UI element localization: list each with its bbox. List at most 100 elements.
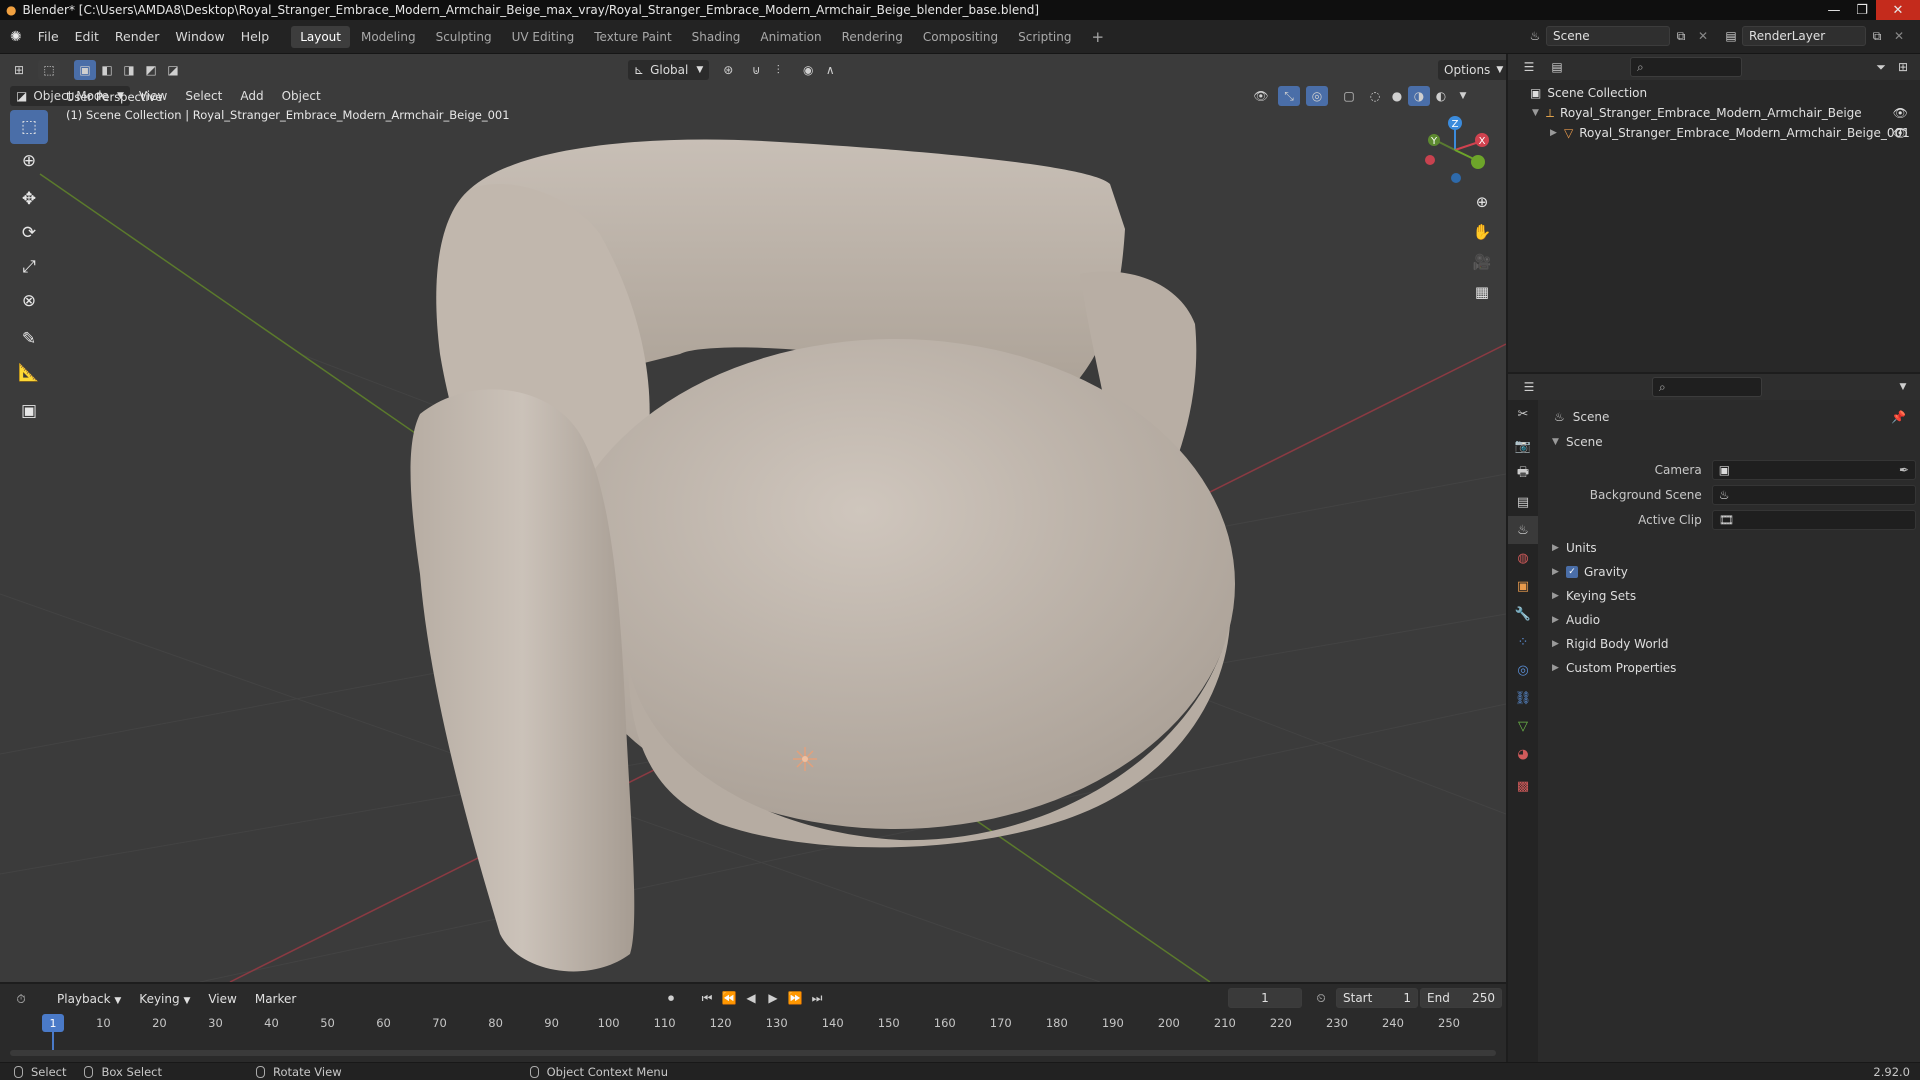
camera-view-icon[interactable]: 🎥 [1468,248,1496,276]
background-scene-field[interactable]: ♨ [1711,485,1916,505]
menu-render[interactable]: Render [107,20,168,54]
camera-field[interactable]: ▣ ✒ [1711,460,1916,480]
mode-intersect-selection-icon[interactable]: ◪ [162,60,184,80]
tab-animation[interactable]: Animation [751,26,830,48]
transform-orientation-dropdown[interactable]: ⊾ Global ▼ [628,60,710,80]
minimize-button[interactable]: — [1820,0,1848,20]
play-icon[interactable]: ▶ [762,988,784,1008]
tab-rendering[interactable]: Rendering [833,26,912,48]
tab-shading[interactable]: Shading [683,26,750,48]
pan-hand-icon[interactable]: ✋ [1468,218,1496,246]
world-tab-icon[interactable]: ◍ [1508,544,1538,572]
jump-keyframe-back-icon[interactable]: ⏪ [718,988,740,1008]
snap-target-icon[interactable]: ⫶ [767,60,789,80]
tab-texture-paint[interactable]: Texture Paint [585,26,680,48]
mode-subtract-selection-icon[interactable]: ◨ [118,60,140,80]
3d-viewport[interactable]: Z X Y ⊞ ⬚ ▣ ◧ ◨ ◩ ◪ ⊾ Global ▼ ⊛ ⊍ ⫶ ◉ ∧… [0,54,1506,982]
add-workspace-icon[interactable]: + [1082,26,1113,48]
editor-type-icon[interactable]: ⊞ [8,60,30,80]
proportional-edit-icon[interactable]: ◉ [797,60,819,80]
measure-tool-icon[interactable]: 📐 [10,356,48,390]
visibility-icon[interactable]: 👁 [1250,86,1272,106]
close-window-button[interactable]: ✕ [1876,0,1920,20]
outliner-row-scene-collection[interactable]: ▣ Scene Collection [1508,83,1920,103]
jump-start-icon[interactable]: ⏮ [696,988,718,1008]
gravity-panel[interactable]: ▶ ✓ Gravity [1542,560,1916,584]
data-tab-icon[interactable]: ▽ [1508,712,1538,740]
rigid-body-world-panel[interactable]: ▶ Rigid Body World [1542,632,1916,656]
move-tool-icon[interactable]: ✥ [10,182,48,216]
constraints-tab-icon[interactable]: ⛓ [1508,684,1538,712]
gizmo-toggle-icon[interactable]: ⤡ [1278,86,1300,106]
scene-selector[interactable]: Scene [1546,26,1670,46]
timeline-menu-playback[interactable]: Playback ▼ [48,992,130,1006]
timeline-scrollbar[interactable] [10,1050,1496,1056]
delete-scene-icon[interactable]: ✕ [1692,26,1714,46]
view-layer-tab-icon[interactable]: ▤ [1508,488,1538,516]
particles-tab-icon[interactable]: ⁘ [1508,628,1538,656]
tool-tab-icon[interactable]: ✂ [1508,400,1538,428]
tab-layout[interactable]: Layout [291,25,350,48]
current-frame-field[interactable]: 1 [1228,988,1302,1008]
outliner-search-input[interactable]: ⌕ [1630,57,1742,77]
cursor-tool-icon[interactable]: ⊕ [10,144,48,178]
material-tab-icon[interactable]: ◕ [1508,740,1538,768]
snap-icon[interactable]: ⊍ [745,60,767,80]
timeline-menu-marker[interactable]: Marker [246,992,305,1006]
record-icon[interactable]: ⏺ [660,988,682,1008]
pin-icon[interactable]: 📌 [1891,410,1906,424]
units-panel[interactable]: ▶ Units [1542,536,1916,560]
scene-icon[interactable]: ♨ [1524,26,1546,46]
texture-tab-icon[interactable]: ▩ [1508,772,1538,800]
gravity-checkbox[interactable]: ✓ [1566,566,1578,578]
mode-extend-selection-icon[interactable]: ◧ [96,60,118,80]
outliner-display-mode-icon[interactable]: ▤ [1546,57,1568,77]
select-box-tool-icon[interactable]: ⬚ [10,110,48,144]
blender-menu-icon[interactable]: ✺ [0,20,30,54]
menu-window[interactable]: Window [167,20,232,54]
renderlayer-selector[interactable]: RenderLayer [1742,26,1866,46]
outliner-editor-type-icon[interactable]: ☰ [1518,57,1540,77]
transform-tool-icon[interactable]: ⊗ [10,284,48,318]
scene-tab-icon[interactable]: ♨ [1508,516,1538,544]
eyedropper-icon[interactable]: ✒ [1899,463,1909,477]
timeline-menu-keying[interactable]: Keying ▼ [130,992,199,1006]
overlay-toggle-icon[interactable]: ◎ [1306,86,1328,106]
tab-scripting[interactable]: Scripting [1009,26,1080,48]
timeline-menu-view[interactable]: View [199,992,245,1006]
shading-solid-icon[interactable]: ● [1386,86,1408,106]
tab-modeling[interactable]: Modeling [352,26,425,48]
tab-uv-editing[interactable]: UV Editing [503,26,584,48]
active-clip-field[interactable]: 🎞 [1711,510,1916,530]
timeline-editor-type-icon[interactable]: ⏱ [10,989,32,1009]
playhead-frame-indicator[interactable]: 1 [42,1014,64,1032]
renderlayer-icon[interactable]: ▤ [1720,26,1742,46]
modifier-tab-icon[interactable]: 🔧 [1508,600,1538,628]
expand-down-icon[interactable]: ▼ [1532,108,1546,118]
navigation-gizmo[interactable]: Z X Y [1425,116,1489,183]
custom-properties-panel[interactable]: ▶ Custom Properties [1542,656,1916,680]
timeline-ruler[interactable]: 1102030405060708090100110120130140150160… [0,1014,1506,1034]
annotate-tool-icon[interactable]: ✎ [10,322,48,356]
tab-compositing[interactable]: Compositing [914,26,1007,48]
options-dropdown[interactable]: Options ▼ [1438,60,1506,80]
delete-renderlayer-icon[interactable]: ✕ [1888,26,1910,46]
new-collection-icon[interactable]: ⊞ [1892,57,1914,77]
preview-range-icon[interactable]: ⏲ [1310,988,1332,1008]
maximize-button[interactable]: ❐ [1848,0,1876,20]
proportional-falloff-icon[interactable]: ∧ [819,60,841,80]
shading-wireframe-icon[interactable]: ◌ [1364,86,1386,106]
audio-panel[interactable]: ▶ Audio [1542,608,1916,632]
physics-tab-icon[interactable]: ◎ [1508,656,1538,684]
menu-help[interactable]: Help [233,20,278,54]
eye-icon[interactable]: 👁 [1893,106,1908,120]
eye-icon[interactable]: 👁 [1893,126,1908,140]
xray-toggle-icon[interactable]: ▢ [1338,86,1360,106]
new-scene-icon[interactable]: ⧉ [1670,26,1692,46]
mode-invert-selection-icon[interactable]: ◩ [140,60,162,80]
scene-panel-header[interactable]: ▼ Scene [1542,430,1916,454]
object-tab-icon[interactable]: ▣ [1508,572,1538,600]
properties-editor-type-icon[interactable]: ☰ [1518,377,1540,397]
tab-sculpting[interactable]: Sculpting [427,26,501,48]
menu-file[interactable]: File [30,20,67,54]
